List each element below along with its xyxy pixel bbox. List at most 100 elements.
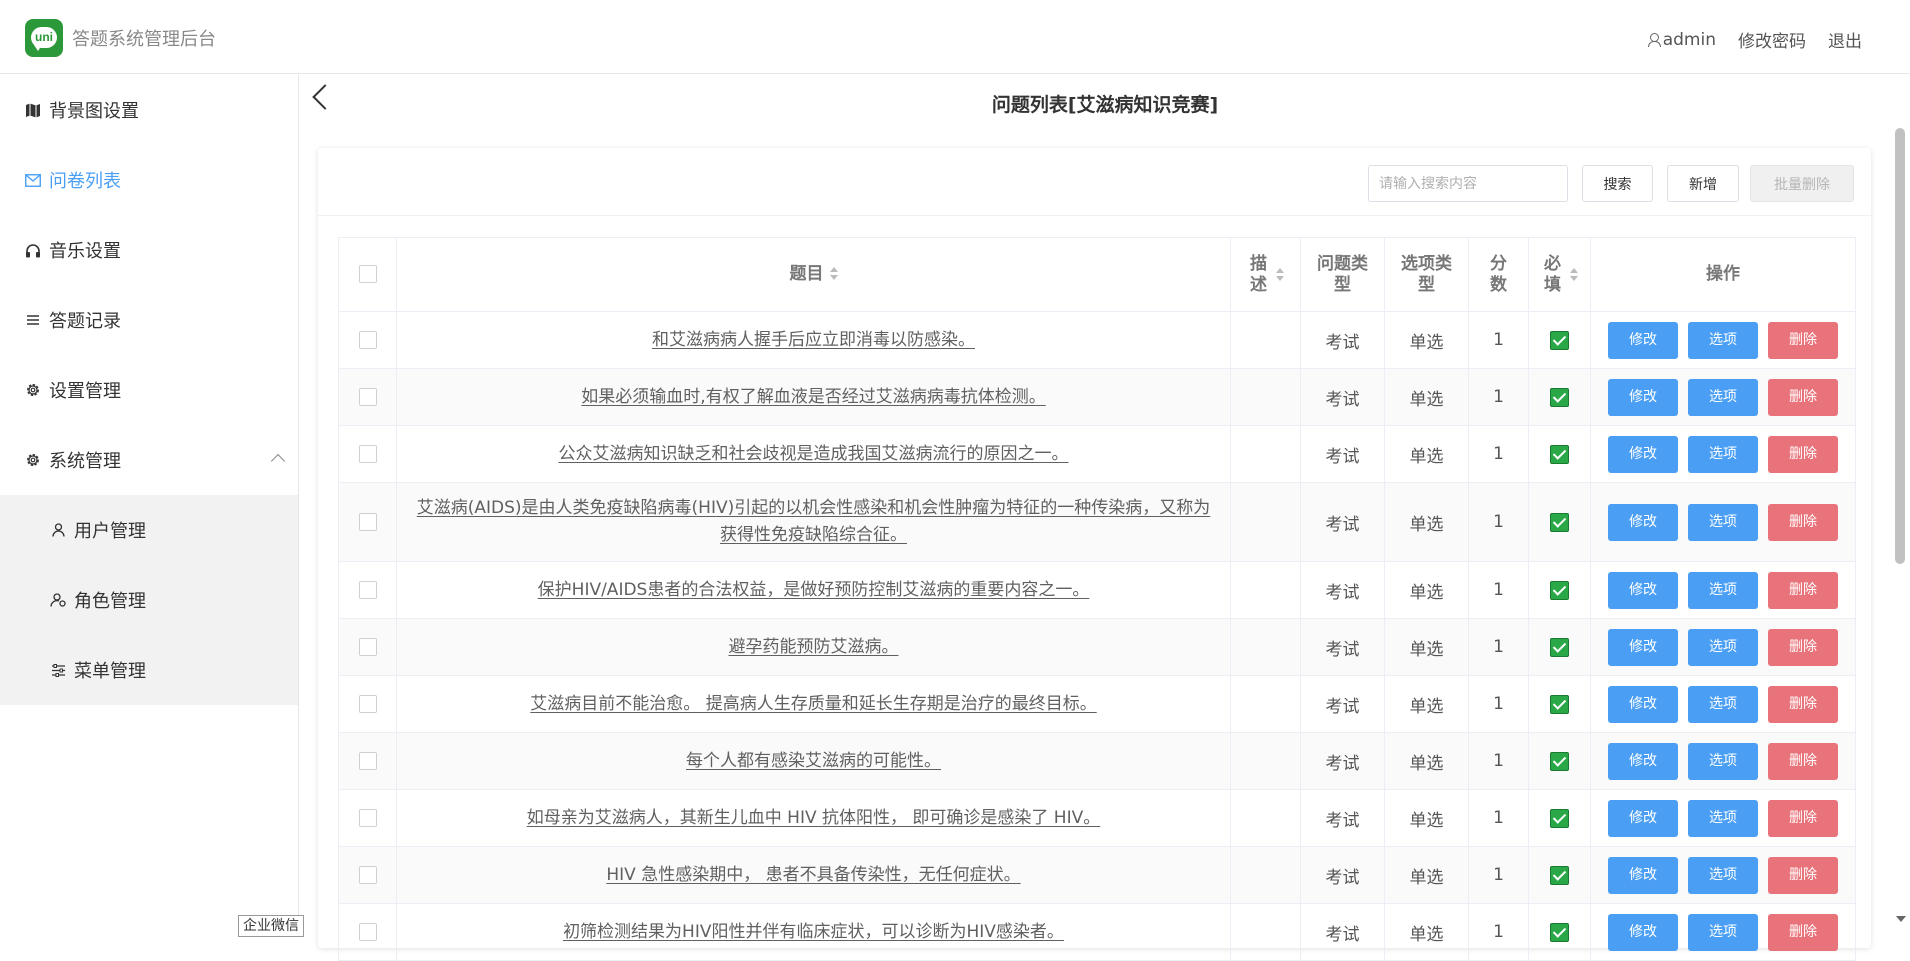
row-checkbox[interactable] xyxy=(358,809,377,827)
question-link[interactable]: 初筛检测结果为HIV阳性并伴有临床症状，可以诊断为HIV感染者。 xyxy=(397,919,1230,946)
edit-button[interactable]: 修改 xyxy=(1608,913,1678,951)
delete-button[interactable]: 删除 xyxy=(1768,856,1838,894)
edit-button[interactable]: 修改 xyxy=(1608,435,1678,473)
edit-button[interactable]: 修改 xyxy=(1608,628,1678,666)
row-checkbox[interactable] xyxy=(358,513,377,531)
edit-button[interactable]: 修改 xyxy=(1608,378,1678,416)
question-link[interactable]: 保护HIV/AIDS患者的合法权益，是做好预防控制艾滋病的重要内容之一。 xyxy=(397,577,1230,604)
question-link[interactable]: 艾滋病(AIDS)是由人类免疫缺陷病毒(HIV)引起的以机会性感染和机会性肿瘤为… xyxy=(397,495,1230,549)
row-checkbox[interactable] xyxy=(358,445,377,463)
row-select-cell xyxy=(338,789,397,847)
sidebar-item-questionnaire[interactable]: 问卷列表 xyxy=(0,145,298,215)
options-button[interactable]: 选项 xyxy=(1688,435,1758,473)
sidebar-item-users[interactable]: 用户管理 xyxy=(0,495,298,565)
edit-button[interactable]: 修改 xyxy=(1608,685,1678,723)
options-button[interactable]: 选项 xyxy=(1688,799,1758,837)
sidebar-item-roles[interactable]: 角色管理 xyxy=(0,565,298,635)
desc-cell xyxy=(1230,311,1301,369)
delete-button[interactable]: 删除 xyxy=(1768,799,1838,837)
sidebar-item-background[interactable]: 背景图设置 xyxy=(0,75,298,145)
logout-link[interactable]: 退出 xyxy=(1828,27,1862,52)
edit-button[interactable]: 修改 xyxy=(1608,742,1678,780)
user-menu[interactable]: admin xyxy=(1647,30,1716,50)
batch-delete-button[interactable]: 批量删除 xyxy=(1750,165,1854,202)
delete-button[interactable]: 删除 xyxy=(1768,571,1838,609)
delete-button[interactable]: 删除 xyxy=(1768,685,1838,723)
select-all-checkbox[interactable] xyxy=(358,265,377,283)
delete-button[interactable]: 删除 xyxy=(1768,435,1838,473)
options-button[interactable]: 选项 xyxy=(1688,503,1758,541)
search-button[interactable]: 搜索 xyxy=(1582,165,1653,202)
column-header-desc[interactable]: 描述 xyxy=(1230,237,1301,312)
delete-button[interactable]: 删除 xyxy=(1768,628,1838,666)
edit-button[interactable]: 修改 xyxy=(1608,571,1678,609)
question-cell: 避孕药能预防艾滋病。 xyxy=(396,618,1231,676)
delete-button[interactable]: 删除 xyxy=(1768,503,1838,541)
options-button[interactable]: 选项 xyxy=(1688,571,1758,609)
edit-button[interactable]: 修改 xyxy=(1608,503,1678,541)
table-row: 如母亲为艾滋病人，其新生儿血中 HIV 抗体阳性， 即可确诊是感染了 HIV。 考… xyxy=(338,789,1856,847)
row-checkbox[interactable] xyxy=(358,695,377,713)
options-button[interactable]: 选项 xyxy=(1688,913,1758,951)
desc-cell xyxy=(1230,846,1301,904)
column-header-question[interactable]: 题目 xyxy=(396,237,1231,312)
edit-button[interactable]: 修改 xyxy=(1608,799,1678,837)
options-button[interactable]: 选项 xyxy=(1688,628,1758,666)
question-link[interactable]: HIV 急性感染期中， 患者不具备传染性，无任何症状。 xyxy=(397,862,1230,889)
table-row: HIV 急性感染期中， 患者不具备传染性，无任何症状。 考试 单选 1 修改 选项 删除 xyxy=(338,846,1856,904)
row-checkbox[interactable] xyxy=(358,638,377,656)
desc-cell xyxy=(1230,732,1301,790)
question-cell: HIV 急性感染期中， 患者不具备传染性，无任何症状。 xyxy=(396,846,1231,904)
sort-icon[interactable] xyxy=(1275,267,1284,282)
required-cell xyxy=(1528,732,1591,790)
row-checkbox[interactable] xyxy=(358,866,377,884)
scrollbar-thumb[interactable] xyxy=(1895,128,1905,564)
row-checkbox[interactable] xyxy=(358,923,377,941)
options-button[interactable]: 选项 xyxy=(1688,378,1758,416)
column-header-otype: 选项类型 xyxy=(1384,237,1469,312)
options-button[interactable]: 选项 xyxy=(1688,742,1758,780)
question-link[interactable]: 如母亲为艾滋病人，其新生儿血中 HIV 抗体阳性， 即可确诊是感染了 HIV。 xyxy=(397,805,1230,832)
edit-button[interactable]: 修改 xyxy=(1608,321,1678,359)
row-checkbox[interactable] xyxy=(358,331,377,349)
question-link[interactable]: 每个人都有感染艾滋病的可能性。 xyxy=(397,748,1230,775)
change-password-link[interactable]: 修改密码 xyxy=(1738,27,1806,52)
options-button[interactable]: 选项 xyxy=(1688,321,1758,359)
required-check-icon xyxy=(1550,637,1569,657)
question-link[interactable]: 公众艾滋病知识缺乏和社会歧视是造成我国艾滋病流行的原因之一。 xyxy=(397,441,1230,468)
row-checkbox[interactable] xyxy=(358,388,377,406)
delete-button[interactable]: 删除 xyxy=(1768,913,1838,951)
table-row: 避孕药能预防艾滋病。 考试 单选 1 修改 选项 删除 xyxy=(338,618,1856,676)
delete-button[interactable]: 删除 xyxy=(1768,742,1838,780)
question-cell: 每个人都有感染艾滋病的可能性。 xyxy=(396,732,1231,790)
edit-button[interactable]: 修改 xyxy=(1608,856,1678,894)
question-link[interactable]: 如果必须输血时,有权了解血液是否经过艾滋病病毒抗体检测。 xyxy=(397,384,1230,411)
sort-icon[interactable] xyxy=(1569,267,1578,282)
sort-icon[interactable] xyxy=(829,267,838,281)
column-header-required[interactable]: 必填 xyxy=(1528,237,1591,312)
question-link[interactable]: 和艾滋病病人握手后应立即消毒以防感染。 xyxy=(397,327,1230,354)
options-button[interactable]: 选项 xyxy=(1688,856,1758,894)
question-link[interactable]: 艾滋病目前不能治愈。 提高病人生存质量和延长生存期是治疗的最终目标。 xyxy=(397,691,1230,718)
required-cell xyxy=(1528,903,1591,961)
row-checkbox[interactable] xyxy=(358,581,377,599)
delete-button[interactable]: 删除 xyxy=(1768,321,1838,359)
search-input[interactable] xyxy=(1368,165,1568,202)
options-button[interactable]: 选项 xyxy=(1688,685,1758,723)
sidebar-item-records[interactable]: 答题记录 xyxy=(0,285,298,355)
sidebar-item-music[interactable]: 音乐设置 xyxy=(0,215,298,285)
uni-logo: uni xyxy=(25,19,63,57)
score-cell: 1 xyxy=(1468,482,1529,562)
delete-button[interactable]: 删除 xyxy=(1768,378,1838,416)
sidebar-item-system[interactable]: 系统管理 xyxy=(0,425,298,495)
sidebar-item-menus[interactable]: 菜单管理 xyxy=(0,635,298,705)
column-header-score: 分数 xyxy=(1468,237,1529,312)
add-button[interactable]: 新增 xyxy=(1667,165,1739,202)
enterprise-wechat-tag[interactable]: 企业微信 xyxy=(238,915,304,937)
row-checkbox[interactable] xyxy=(358,752,377,770)
qtype-cell: 考试 xyxy=(1300,732,1385,790)
scroll-down-arrow-icon[interactable] xyxy=(1896,916,1906,922)
question-link[interactable]: 避孕药能预防艾滋病。 xyxy=(397,634,1230,661)
table-row: 公众艾滋病知识缺乏和社会歧视是造成我国艾滋病流行的原因之一。 考试 单选 1 修改 选项删… xyxy=(338,425,1856,483)
sidebar-item-settings[interactable]: 设置管理 xyxy=(0,355,298,425)
